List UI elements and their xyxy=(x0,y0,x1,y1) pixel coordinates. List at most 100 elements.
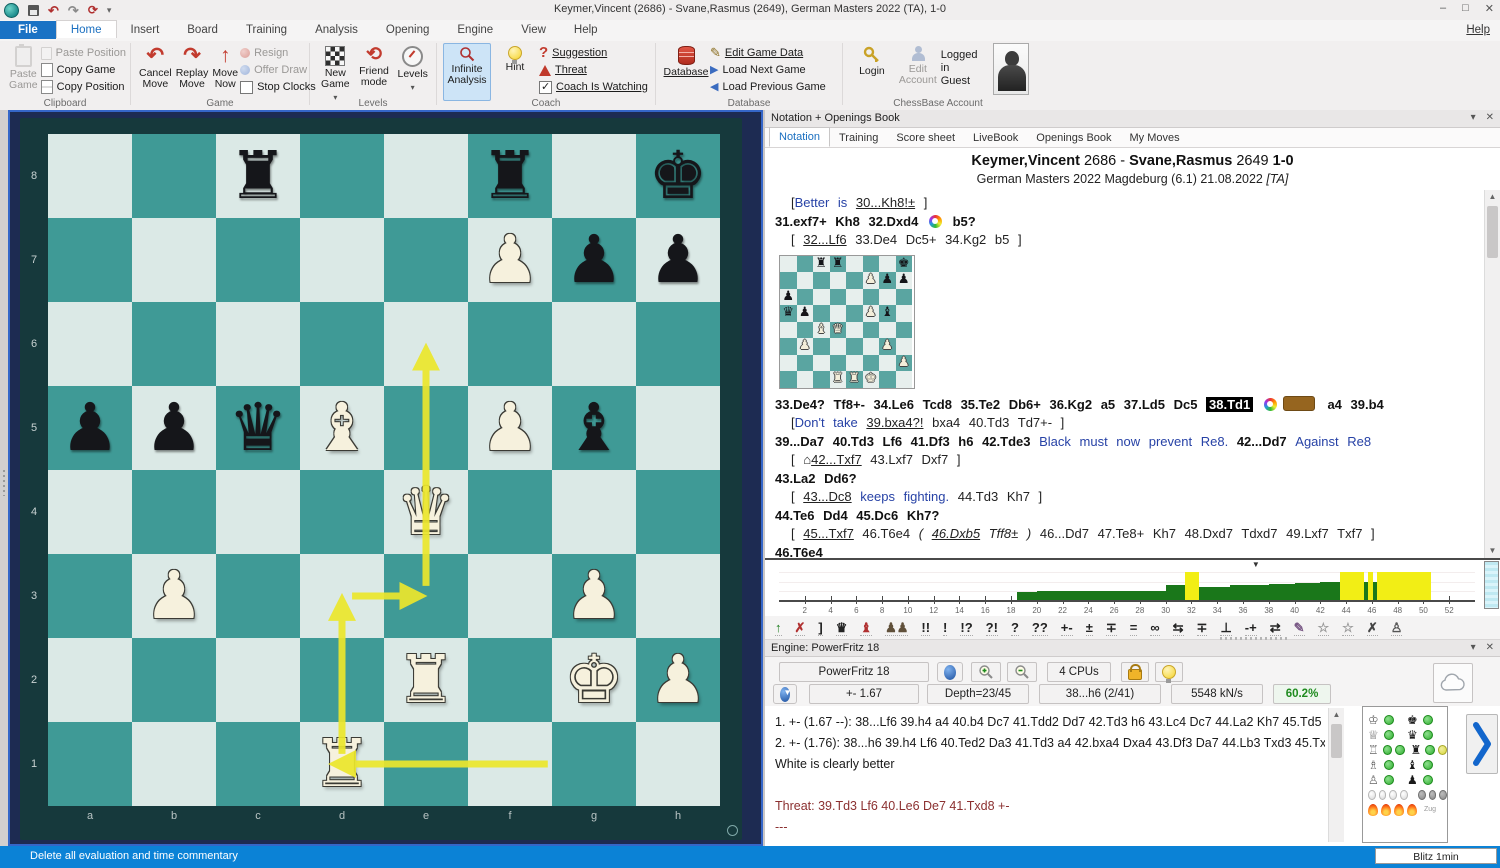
annotation-symbol-14[interactable]: ± xyxy=(1086,620,1093,636)
threat-button[interactable]: Threat xyxy=(539,63,648,77)
annotation-symbol-13[interactable]: +- xyxy=(1061,620,1073,636)
notation-token[interactable]: ( xyxy=(919,526,932,541)
annotation-symbol-2[interactable]: ✗ xyxy=(795,620,806,636)
infinite-analysis-button[interactable]: Infinite Analysis xyxy=(443,43,491,101)
replay-move-button[interactable]: ↷Replay Move xyxy=(174,43,211,101)
square-h3[interactable] xyxy=(636,554,720,638)
white-pawn[interactable]: ♟ xyxy=(480,386,539,470)
copy-position-button[interactable]: Copy Position xyxy=(41,80,126,94)
eval-bar[interactable] xyxy=(1377,572,1431,600)
ribbon-tab-file[interactable]: File xyxy=(0,21,56,39)
tab-notation[interactable]: Notation xyxy=(769,127,830,147)
database-button[interactable]: Database xyxy=(662,43,710,101)
coach-is-watching-checkbox[interactable]: Coach Is Watching xyxy=(539,80,648,94)
expand-panel-button[interactable] xyxy=(1466,714,1498,774)
annotation-symbol-20[interactable]: ⊥ xyxy=(1220,620,1231,636)
notation-token[interactable]: 33.De4 Dc5+ 34.Kg2 b5 ] xyxy=(847,232,1022,247)
engine-expand-button[interactable] xyxy=(773,684,797,704)
notation-token[interactable]: 30...Kh8!± xyxy=(856,195,915,210)
square-e5[interactable] xyxy=(384,386,468,470)
notation-token[interactable]: Don't take xyxy=(795,415,867,430)
black-rook[interactable]: ♜ xyxy=(228,134,287,218)
square-g3[interactable]: ♟ xyxy=(552,554,636,638)
square-a1[interactable] xyxy=(48,722,132,806)
ribbon-tab-opening[interactable]: Opening xyxy=(372,21,443,38)
annotation-symbol-27[interactable]: ♙ xyxy=(1391,620,1403,636)
square-b1[interactable] xyxy=(132,722,216,806)
annotation-symbol-18[interactable]: ⇆ xyxy=(1173,620,1184,636)
square-c6[interactable] xyxy=(216,302,300,386)
notation-token[interactable]: keeps fighting. xyxy=(860,489,957,504)
white-pawn[interactable]: ♟ xyxy=(564,554,623,638)
notation-token[interactable] xyxy=(1253,397,1262,412)
square-h6[interactable] xyxy=(636,302,720,386)
move-now-button[interactable]: ↑Move Now xyxy=(210,43,240,101)
suggestion-button[interactable]: ?Suggestion xyxy=(539,46,648,60)
annotation-symbol-11[interactable]: ? xyxy=(1011,620,1019,636)
square-g5[interactable]: ♝ xyxy=(552,386,636,470)
notation-token[interactable]: [ xyxy=(791,452,803,467)
square-f5[interactable]: ♟ xyxy=(468,386,552,470)
square-d3[interactable] xyxy=(300,554,384,638)
eval-bar[interactable] xyxy=(1199,587,1230,600)
close-button[interactable]: ✕ xyxy=(1485,2,1494,15)
cloud-engine-button[interactable] xyxy=(1433,663,1473,703)
notation-token[interactable]: 32...Lf6 xyxy=(803,232,846,247)
annotation-symbol-16[interactable]: = xyxy=(1130,620,1138,636)
annotation-symbol-25[interactable]: ☆ xyxy=(1342,620,1354,636)
annotation-symbol-12[interactable]: ?? xyxy=(1032,620,1048,636)
eval-bar[interactable] xyxy=(1230,585,1269,600)
square-d8[interactable] xyxy=(300,134,384,218)
notation-token[interactable]: 43...Dc8 xyxy=(803,489,851,504)
minimize-button[interactable]: – xyxy=(1440,2,1446,15)
square-b8[interactable] xyxy=(132,134,216,218)
resign-button[interactable]: Resign xyxy=(240,46,316,60)
offer-draw-button[interactable]: Offer Draw xyxy=(240,63,316,77)
eval-bar[interactable] xyxy=(1017,592,1036,600)
square-a2[interactable] xyxy=(48,638,132,722)
square-c7[interactable] xyxy=(216,218,300,302)
square-h5[interactable] xyxy=(636,386,720,470)
stop-clocks-checkbox[interactable]: Stop Clocks xyxy=(240,80,316,94)
notation-scrollbar[interactable]: ▲ ▼ xyxy=(1484,190,1500,558)
notation-body[interactable]: [Better is 30...Kh8!± ]31.exf7+ Kh8 32.D… xyxy=(765,190,1484,558)
engine-line-2[interactable]: 2. +- (1.76): 38...h6 39.h4 Lf6 40.Ted2 … xyxy=(775,733,1325,754)
black-pawn[interactable]: ♟ xyxy=(60,386,119,470)
load-next-game-button[interactable]: ▶Load Next Game xyxy=(710,63,826,77)
white-queen[interactable]: ♛ xyxy=(396,470,455,554)
white-rook[interactable]: ♜ xyxy=(312,722,371,806)
annotation-symbol-5[interactable]: ♝ xyxy=(860,620,872,636)
annotation-ring-icon[interactable] xyxy=(929,215,942,228)
ribbon-tab-home[interactable]: Home xyxy=(56,20,117,38)
engine-hint-button[interactable] xyxy=(1155,662,1183,682)
notation-token[interactable]: 42...Txf7 xyxy=(811,452,862,467)
square-e1[interactable] xyxy=(384,722,468,806)
annotation-symbol-4[interactable]: ♛ xyxy=(836,620,848,636)
pane-close-icon[interactable]: ✕ xyxy=(1486,112,1494,123)
notation-token[interactable]: 44.Te6 Dd4 45.Dc6 Kh7? xyxy=(775,508,939,523)
annotation-ring-icon[interactable] xyxy=(1264,398,1277,411)
notation-token[interactable]: 43.Lxf7 Dxf7 ] xyxy=(862,452,961,467)
scroll-up-icon[interactable]: ▲ xyxy=(1485,190,1500,204)
notation-token[interactable]: 42...Dd7 xyxy=(1237,434,1295,449)
tab-openings-book[interactable]: Openings Book xyxy=(1027,129,1120,147)
ribbon-tab-insert[interactable]: Insert xyxy=(117,21,174,38)
engine-caret-icon[interactable]: ▾ xyxy=(1471,642,1476,653)
notation-token[interactable]: ⌂ xyxy=(803,452,811,467)
notation-token[interactable]: a4 39.b4 xyxy=(1319,397,1384,412)
ribbon-tab-engine[interactable]: Engine xyxy=(443,21,507,38)
cancel-move-button[interactable]: ↶Cancel Move xyxy=(137,43,174,101)
notation-token[interactable]: Better is xyxy=(795,195,856,210)
checked-checkbox-icon[interactable] xyxy=(539,81,552,94)
eval-bar[interactable] xyxy=(1166,585,1185,600)
engine-line-1[interactable]: 1. +- (1.67 --): 38...Lf6 39.h4 a4 40.b4… xyxy=(775,712,1325,733)
square-c3[interactable] xyxy=(216,554,300,638)
zoom-out-button[interactable] xyxy=(1007,662,1037,682)
square-h2[interactable]: ♟ xyxy=(636,638,720,722)
notation-token[interactable]: 39...Da7 40.Td3 Lf6 41.Df3 h6 42.Tde3 xyxy=(775,434,1039,449)
eval-bar[interactable] xyxy=(1037,591,1166,600)
evaluation-chart[interactable]: 2468101214161820222426283032343638404244… xyxy=(765,558,1500,616)
zoom-in-button[interactable] xyxy=(971,662,1001,682)
black-queen[interactable]: ♛ xyxy=(228,386,287,470)
chess-board[interactable]: ♜♜♚♟♟♟♟♟♛♝♟♝♛♟♟♜♚♟♜ xyxy=(48,134,720,806)
